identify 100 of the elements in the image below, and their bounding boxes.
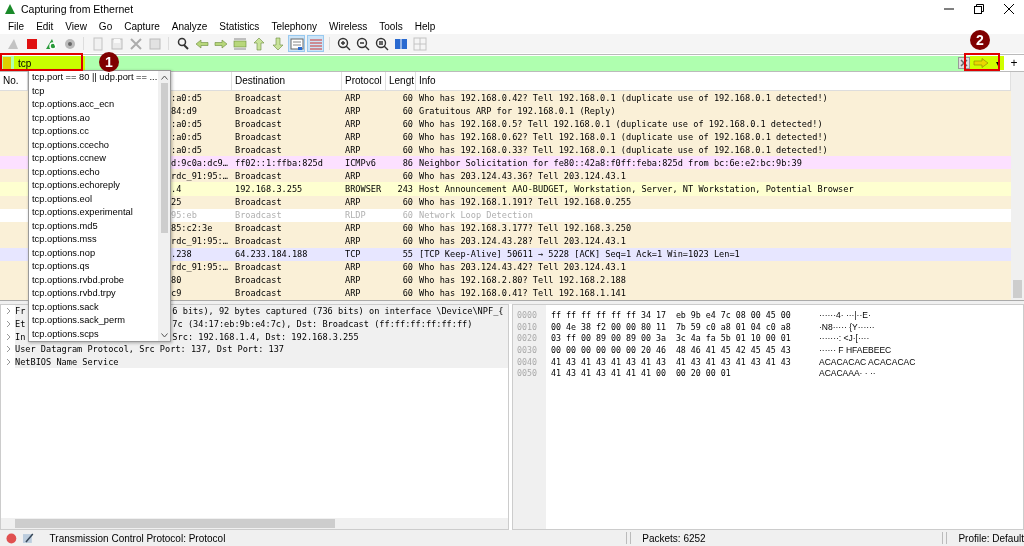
table-cell-text: 60 [401, 118, 414, 129]
tree-item-text: Fr [15, 306, 26, 317]
menu-item[interactable]: View [59, 20, 93, 32]
menu-item[interactable]: Capture [118, 20, 166, 32]
table-cell-text: Who has 192.168.2.80? Tell 192.168.2.188 [418, 275, 627, 286]
right-arrow-icon [973, 58, 989, 68]
menu-item[interactable]: Telephony [265, 20, 323, 32]
scrollbar[interactable] [1, 518, 508, 529]
menu-item[interactable]: Tools [373, 20, 409, 32]
byte-offset: 0050 [516, 368, 538, 381]
table-cell-text: :a0:d5 [170, 144, 204, 155]
menu-item[interactable]: Help [408, 20, 442, 32]
table-cell-text: 60 [401, 262, 414, 273]
table-cell-text: ARP [344, 170, 362, 181]
apply-button[interactable] [970, 56, 992, 70]
menu-item[interactable]: Wireless [322, 20, 374, 32]
autoscroll-button[interactable] [288, 35, 305, 52]
table-cell-text: ff02::1:ffba:825d [234, 157, 324, 168]
table-cell-text: :a0:d5 [170, 92, 204, 103]
column-header[interactable]: Lengt [386, 72, 416, 90]
zoom-reset-button[interactable] [373, 35, 390, 52]
zoom-in-button[interactable] [335, 35, 352, 52]
up-arrow-icon [251, 36, 266, 51]
menu-item[interactable]: Analyze [165, 20, 214, 32]
table-cell-text: 55 [401, 249, 414, 260]
stop-icon [24, 36, 39, 51]
right-arrow-icon [213, 36, 228, 51]
ascii-bytes: ······4· ···|··E· [819, 310, 871, 322]
table-cell-text: 60 [401, 210, 414, 221]
ascii-bytes: ACACAAA· · ·· [819, 368, 876, 381]
suggestion-item[interactable]: tcp.options.qs [29, 260, 158, 274]
menu-item[interactable]: Statistics [213, 20, 266, 32]
clear-icon[interactable] [958, 57, 970, 69]
close-icon [1004, 4, 1014, 14]
table-cell-text: :a0:d5 [170, 131, 204, 142]
error-icon[interactable] [6, 532, 17, 544]
tree-item-text: Src: 192.168.1.4, Dst: 192.168.3.255 [172, 331, 359, 342]
down-arrow-icon [270, 36, 285, 51]
scrollbar[interactable] [158, 71, 170, 341]
table-cell-text: .4 [170, 183, 183, 194]
menu-item[interactable]: File [2, 20, 31, 32]
suggestion-item[interactable]: tcp.options.rvbd.probe [29, 273, 158, 287]
table-cell-text: rdc_91:95:… [170, 262, 229, 273]
ascii-bytes: ·N8····· {Y······ [819, 321, 875, 334]
scrollbar[interactable] [1011, 72, 1024, 300]
zoom-reset-icon [374, 36, 389, 51]
table-cell-text: Broadcast [234, 262, 283, 273]
zoom-out-button[interactable] [354, 35, 371, 52]
table-cell-text: 60 [401, 236, 414, 247]
menu-item[interactable]: Go [92, 20, 119, 32]
step-badge: 2 [970, 30, 990, 50]
zoom-out-icon [355, 36, 370, 51]
table-cell-text: Who has 192.168.0.33? Tell 192.168.0.1 (duplicate use of 192.168.0.1 detected!) [418, 144, 829, 155]
hex-bytes: 00 00 00 00 00 00 20 46 48 46 41 45 42 45 45 43 [551, 345, 792, 357]
go-to-packet-button[interactable] [231, 35, 248, 52]
table-cell-text: Broadcast [234, 223, 283, 234]
table-cell-text: 60 [401, 170, 414, 181]
add-button[interactable]: + [1004, 56, 1024, 70]
colorize-button[interactable] [307, 35, 324, 52]
ascii-bytes: ACACACAC ACACACAC [819, 356, 916, 369]
table-cell-text: BROWSER [344, 183, 383, 194]
table-cell-text: Who has 192.168.0.5? Tell 192.168.0.1 (duplicate use of 192.168.0.1 detected!) [418, 118, 824, 129]
table-cell-text: .238 [170, 249, 193, 260]
ascii-bytes: ·······: <J·[···· [819, 333, 870, 346]
table-cell-text: Who has 192.168.0.42? Tell 192.168.0.1 (duplicate use of 192.168.0.1 detected!) [418, 92, 829, 103]
table-cell-text: Broadcast [234, 144, 283, 155]
suggestion-item[interactable]: tcp.options.sack [29, 300, 158, 314]
suggestion-item[interactable]: tcp.port == 80 || udp.port == ... [29, 71, 158, 85]
column-header[interactable]: Destination [232, 72, 342, 90]
suggestion-item[interactable]: tcp.options.rvbd.trpy [29, 287, 158, 301]
column-header[interactable]: Protocol [342, 72, 386, 90]
profile-label[interactable]: Profile: Default [953, 532, 1024, 544]
table-cell-text: 80 [170, 275, 183, 286]
table-cell-text: ARP [344, 288, 362, 299]
table-cell-text: Broadcast [234, 210, 283, 221]
gear-icon [62, 36, 77, 51]
hex-bytes: 00 4e 38 f2 00 00 80 11 7b 59 c0 a8 01 04 c0 a8 [551, 321, 792, 334]
packet-count: Packets: 6252 [641, 532, 707, 544]
suggestion-item[interactable]: tcp.options.sack_perm [29, 314, 158, 328]
byte-offset: 0040 [516, 356, 538, 369]
suggestion-item[interactable]: tcp.options.md5 [29, 219, 158, 233]
table-cell-text: Who has 192.168.0.62? Tell 192.168.0.1 (duplicate use of 192.168.0.1 detected!) [418, 131, 829, 142]
table-cell-text: 64.233.184.188 [234, 249, 309, 260]
table-cell-text: ARP [344, 223, 362, 234]
shark-fin-icon [4, 3, 16, 15]
table-cell-text: Broadcast [234, 288, 283, 299]
table-cell-text: ARP [344, 262, 362, 273]
edit-icon[interactable] [22, 532, 34, 544]
table-cell-text: Neighbor Solicitation for fe80::42a8:f0ff:feba:825d from bc:6e:e2:bc:9b:39 [418, 157, 803, 168]
suggestion-item[interactable]: tcp.options.nop [29, 246, 158, 260]
suggestion-item[interactable]: tcp.options.experimental [29, 206, 158, 220]
byte-offset: 0000 [516, 310, 538, 322]
table-cell-text: ARP [344, 105, 362, 116]
suggestion-item[interactable]: tcp.options.mss [29, 233, 158, 247]
table-cell-text: 60 [401, 144, 414, 155]
suggestion-item[interactable]: tcp.options.scps [29, 327, 158, 341]
menu-item[interactable]: Edit [30, 20, 60, 32]
table-cell-text: RLDP [344, 210, 367, 221]
search-icon [175, 36, 190, 51]
reload-icon [147, 36, 162, 51]
